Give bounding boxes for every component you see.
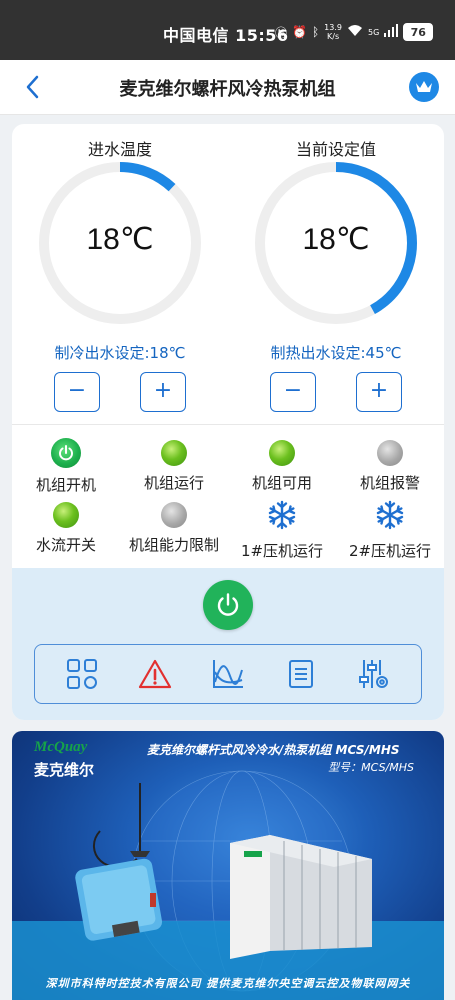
cooling-decrease-button[interactable]: −: [54, 372, 100, 412]
network-type: 5G: [367, 27, 380, 37]
alarm-clock-icon: ⏰: [292, 25, 307, 39]
status-unit-available: 机组可用: [228, 440, 336, 493]
green-lamp: [269, 440, 295, 466]
vip-button[interactable]: [409, 72, 439, 102]
power-icon: [217, 593, 239, 616]
net-speed: 13.9 K/s: [324, 23, 342, 41]
inlet-temp-value: 18℃: [86, 223, 154, 256]
status-label: 机组能力限制: [128, 536, 219, 554]
unit-control-card: 进水温度 当前设定值 18℃ 18℃ 制冷出水设定:18℃ 制热出水设定:45℃…: [12, 124, 444, 720]
carrier-time: 中国电信 15:56: [163, 26, 289, 45]
divider: [12, 424, 444, 425]
brand-logo-en: McQuay: [34, 739, 88, 755]
brand-logo-cn: 麦克维尔: [34, 761, 95, 779]
status-water-flow: 水流开关: [12, 502, 120, 555]
status-unit-alarm: 机组报警: [336, 440, 444, 493]
net-speed-unit: K/s: [327, 32, 340, 41]
status-compressor-2: 2#压机运行: [336, 500, 444, 561]
records-button[interactable]: [281, 654, 321, 694]
signal-icon: [384, 24, 399, 40]
grid-menu-icon: [66, 659, 97, 689]
status-label: 机组报警: [359, 474, 420, 492]
trend-chart-icon: [212, 660, 243, 688]
nfc-icon: Ⓝ: [275, 25, 288, 40]
trend-button[interactable]: [208, 654, 248, 694]
control-panel: [12, 568, 444, 720]
page-title: 麦克维尔螺杆风冷热泵机组: [119, 79, 336, 100]
net-speed-value: 13.9: [324, 23, 342, 32]
alarm-warning-icon: [138, 659, 171, 689]
crown-icon: [416, 81, 432, 92]
gray-lamp: [161, 502, 187, 528]
wifi-icon: [347, 24, 363, 40]
status-label: 机组可用: [251, 474, 312, 492]
cooling-setpoint-label: 制冷出水设定:18℃: [54, 344, 186, 362]
banner-footer: 深圳市科特时控技术有限公司 提供麦克维尔央空调云控及物联网网关: [45, 977, 411, 990]
gray-lamp: [377, 440, 403, 466]
status-capacity-limit: 机组能力限制: [120, 502, 228, 555]
setpoint-title: 当前设定值: [295, 140, 376, 159]
status-label: 机组运行: [143, 474, 204, 492]
heating-increase-button[interactable]: +: [356, 372, 402, 412]
settings-button[interactable]: [354, 654, 394, 694]
setpoint-value: 18℃: [302, 223, 370, 256]
heating-decrease-button[interactable]: −: [270, 372, 316, 412]
battery-indicator: 76: [403, 23, 434, 41]
green-lamp: [161, 440, 187, 466]
settings-sliders-icon: [359, 660, 389, 688]
status-label: 2#压机运行: [348, 542, 432, 560]
bluetooth-icon: ᛒ: [311, 25, 320, 39]
power-lamp: [51, 438, 81, 468]
snowflake-icon: [268, 500, 296, 530]
status-icons: Ⓝ ⏰ ᛒ 13.9 K/s 5G 76: [275, 20, 434, 44]
inlet-temp-title: 进水温度: [87, 140, 152, 159]
cooling-increase-button[interactable]: +: [140, 372, 186, 412]
snowflake-icon: [376, 500, 404, 530]
heating-setpoint-label: 制热出水设定:45℃: [270, 344, 402, 362]
status-unit-on: 机组开机: [12, 438, 120, 495]
status-label: 1#压机运行: [240, 542, 324, 560]
power-icon: [59, 445, 73, 461]
status-label: 水流开关: [35, 536, 96, 554]
dashboard-button[interactable]: [62, 654, 102, 694]
banner-heading: 麦克维尔螺杆式风冷冷水/热泵机组 MCS/MHS: [147, 743, 400, 757]
green-lamp: [53, 502, 79, 528]
status-compressor-1: 1#压机运行: [228, 500, 336, 561]
status-label: 机组开机: [35, 476, 96, 494]
status-bar: 中国电信 15:56 Ⓝ ⏰ ᛒ 13.9 K/s 5G 76: [0, 0, 455, 60]
alarm-button[interactable]: [135, 654, 175, 694]
power-button[interactable]: [203, 580, 253, 630]
app-header: 麦克维尔螺杆风冷热泵机组: [0, 60, 455, 115]
function-toolbar: [34, 644, 422, 704]
banner-model: 型号：MCS/MHS: [328, 761, 414, 774]
status-unit-running: 机组运行: [120, 440, 228, 493]
promo-banner[interactable]: McQuay 麦克维尔 麦克维尔螺杆式风冷冷水/热泵机组 MCS/MHS 型号：…: [12, 731, 444, 1000]
list-document-icon: [289, 660, 314, 688]
